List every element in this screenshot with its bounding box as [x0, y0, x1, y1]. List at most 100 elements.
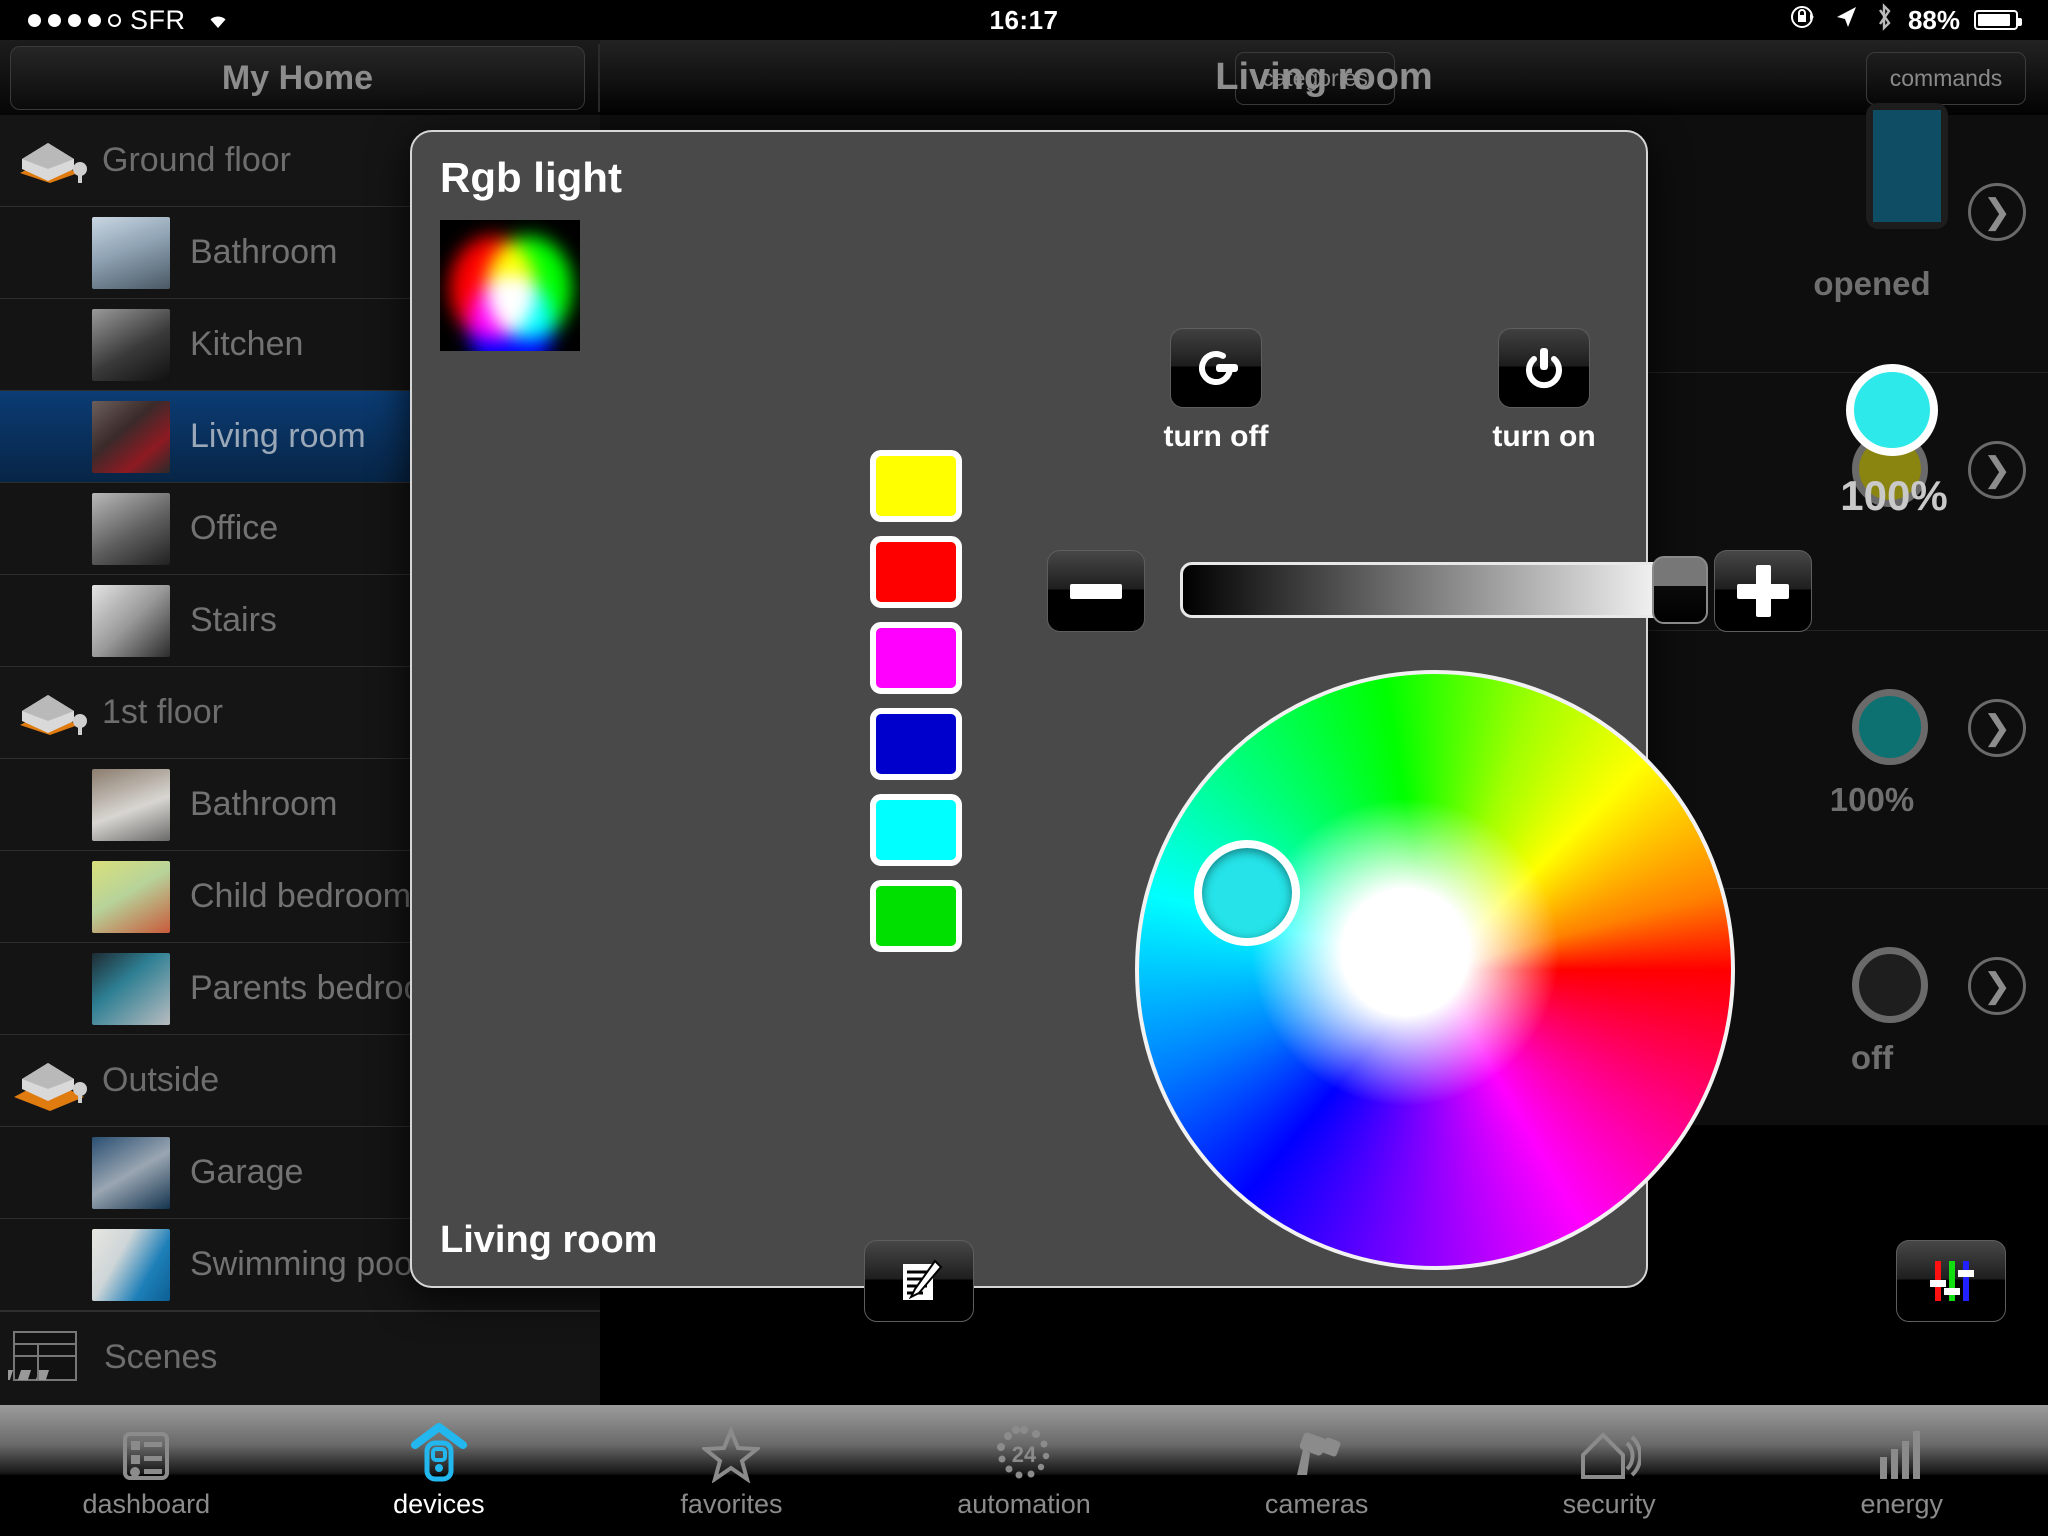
house-outside-icon: [10, 1049, 88, 1113]
battery-icon: [1974, 10, 2018, 30]
office-thumb: [92, 493, 170, 565]
clock-label: 16:17: [0, 0, 2048, 40]
tab-energy[interactable]: energy: [1755, 1405, 2048, 1536]
turn-off-label: turn off: [1126, 420, 1306, 454]
location-arrow-icon: [1832, 3, 1860, 38]
rgb-bulb-icon: [440, 220, 580, 351]
sidebar-section-label: Ground floor: [102, 141, 291, 180]
tab-favorites[interactable]: favorites: [585, 1405, 878, 1536]
device-detail-chevron-icon[interactable]: ❯: [1968, 957, 2026, 1015]
shutter-state-indicator: [1866, 103, 1948, 229]
device-state-label: off: [1772, 1039, 1972, 1077]
sidebar-item-label: Stairs: [190, 601, 277, 640]
energy-bars-icon: [1876, 1421, 1928, 1483]
power-on-icon[interactable]: [1498, 328, 1590, 408]
current-color-indicator: [1846, 364, 1938, 456]
kitchen-thumb: [92, 309, 170, 381]
brightness-decrease-button[interactable]: [1047, 550, 1145, 632]
power-toggle-off-icon[interactable]: [1170, 328, 1262, 408]
sidebar-section-label: Outside: [102, 1061, 219, 1100]
tab-bar[interactable]: dashboard devices favorites 24 automation cam…: [0, 1405, 2048, 1536]
device-state-indicator: [1852, 689, 1928, 765]
rotation-lock-icon: [1788, 2, 1818, 39]
brightness-slider[interactable]: [1180, 562, 1685, 618]
edit-note-button[interactable]: [864, 1240, 974, 1322]
bathroom-thumb: [92, 217, 170, 289]
swimming-pool-thumb: [92, 1229, 170, 1301]
tab-label: automation: [957, 1489, 1091, 1520]
security-home-icon: [1577, 1421, 1641, 1483]
sidebar-item-label: Garage: [190, 1153, 303, 1192]
dialog-room-label: Living room: [440, 1219, 657, 1262]
rgb-sliders-button[interactable]: [1896, 1240, 2006, 1322]
devices-home-icon: [411, 1421, 467, 1483]
sidebar-section-label: 1st floor: [102, 693, 223, 732]
color-wheel[interactable]: [1135, 670, 1735, 1270]
tab-dashboard[interactable]: dashboard: [0, 1405, 293, 1536]
brightness-slider-thumb[interactable]: [1652, 556, 1708, 624]
battery-percent-label: 88%: [1908, 5, 1960, 36]
tab-label: energy: [1860, 1489, 1943, 1520]
status-bar: SFR 16:17 88%: [0, 0, 2048, 40]
sidebar-item-label: Office: [190, 509, 278, 548]
clock-24-icon: 24: [995, 1421, 1053, 1483]
star-icon: [702, 1421, 760, 1483]
color-swatch-blue[interactable]: [870, 708, 962, 780]
navigation-bar: My Home categories commands Living room: [0, 40, 2048, 115]
sidebar-item-label: Living room: [190, 417, 366, 456]
minus-icon: [1070, 584, 1122, 599]
tab-security[interactable]: security: [1463, 1405, 1756, 1536]
rgb-sliders-icon: [1923, 1255, 1979, 1307]
color-swatch-red[interactable]: [870, 536, 962, 608]
device-state-label: opened: [1772, 265, 1972, 303]
tab-label: devices: [393, 1489, 485, 1520]
sidebar-item-label: Child bedroom: [190, 877, 411, 916]
sidebar-item-label: Kitchen: [190, 325, 303, 364]
bathroom2-thumb: [92, 769, 170, 841]
color-swatch-yellow[interactable]: [870, 450, 962, 522]
sidebar-item-label: Bathroom: [190, 785, 337, 824]
house-ground-floor-icon: [10, 129, 88, 193]
house-first-floor-icon: [10, 681, 88, 745]
turn-off-command[interactable]: turn off: [1126, 328, 1306, 454]
tab-label: dashboard: [82, 1489, 210, 1520]
status-bar-right: 88%: [1788, 0, 2018, 40]
sidebar-item-scenes[interactable]: Scenes: [0, 1311, 600, 1403]
app-root: SFR 16:17 88% My Home categories: [0, 0, 2048, 1536]
plus-icon-v: [1756, 565, 1771, 617]
tab-automation[interactable]: 24 automation: [878, 1405, 1171, 1536]
dashboard-icon: [119, 1421, 173, 1483]
living-room-thumb: [92, 401, 170, 473]
brightness-level-label: 100%: [1794, 472, 1994, 520]
edit-note-icon: [893, 1255, 945, 1307]
scenes-clapperboard-icon: [8, 1324, 86, 1391]
child-bedroom-thumb: [92, 861, 170, 933]
tab-cameras[interactable]: cameras: [1170, 1405, 1463, 1536]
turn-on-label: turn on: [1454, 420, 1634, 454]
color-swatch-green[interactable]: [870, 880, 962, 952]
tab-label: cameras: [1265, 1489, 1369, 1520]
sidebar-item-label: Bathroom: [190, 233, 337, 272]
sidebar-item-label: Scenes: [104, 1338, 217, 1377]
page-title: Living room: [600, 40, 2048, 115]
device-state-label: 100%: [1772, 781, 1972, 819]
camera-icon: [1287, 1421, 1347, 1483]
garage-thumb: [92, 1137, 170, 1209]
bluetooth-icon: [1874, 2, 1894, 39]
parents-bedroom-thumb: [92, 953, 170, 1025]
dialog-title: Rgb light: [440, 154, 622, 202]
device-detail-chevron-icon[interactable]: ❯: [1968, 183, 2026, 241]
tab-label: security: [1563, 1489, 1656, 1520]
device-state-indicator: [1852, 947, 1928, 1023]
brightness-increase-button[interactable]: [1714, 550, 1812, 632]
device-detail-chevron-icon[interactable]: ❯: [1968, 699, 2026, 757]
stairs-thumb: [92, 585, 170, 657]
color-swatch-cyan[interactable]: [870, 794, 962, 866]
sidebar-item-label: Swimming pool: [190, 1245, 421, 1284]
turn-on-command[interactable]: turn on: [1454, 328, 1634, 454]
rgb-light-dialog: Rgb light turn off tu: [410, 130, 1648, 1288]
tab-devices[interactable]: devices: [293, 1405, 586, 1536]
color-swatch-magenta[interactable]: [870, 622, 962, 694]
my-home-button[interactable]: My Home: [10, 46, 585, 110]
color-wheel-selection-marker[interactable]: [1194, 840, 1300, 946]
